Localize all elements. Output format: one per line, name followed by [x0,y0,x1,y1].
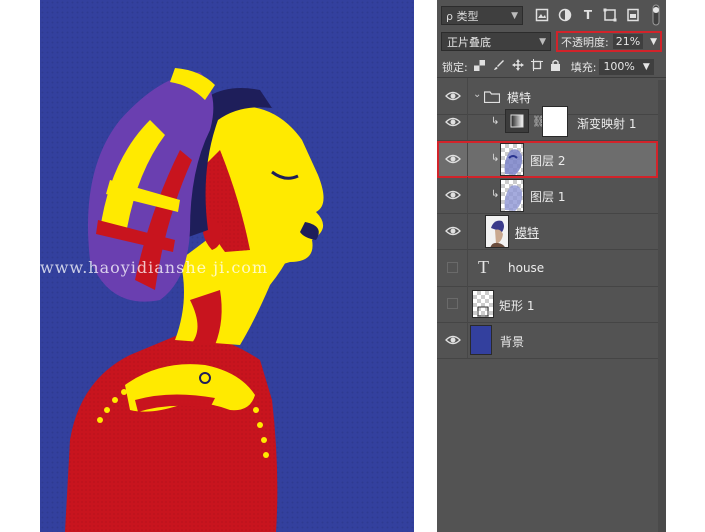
filter-text-icon[interactable]: T [581,8,595,22]
layer-name[interactable]: 渐变映射 1 [577,115,636,132]
filter-image-icon[interactable] [535,8,549,22]
eye-icon[interactable] [445,88,461,104]
chevron-down-icon[interactable]: ▼ [643,59,650,75]
gradient-map-icon [510,114,524,128]
lock-all-icon[interactable] [549,59,563,74]
filter-smart-icon[interactable] [626,8,640,22]
adjustment-thumbnail [505,109,529,133]
eye-icon[interactable] [445,332,461,348]
layer-name[interactable]: 背景 [500,333,524,350]
layer-name[interactable]: 图层 1 [530,188,565,205]
blend-mode-select[interactable]: 正片叠底 ▼ [441,32,551,51]
clip-arrow-icon: ↳ [491,189,500,200]
layer-rectangle-1[interactable]: 矩形 1 [437,286,666,323]
filter-toolbar: ρ 类型 ▼ T [437,0,666,32]
layer-thumbnail [472,290,494,318]
layer-separator [467,213,468,249]
layer-text-house[interactable]: T house [437,250,666,287]
folder-icon [484,91,500,103]
blend-mode-value: 正片叠底 [447,35,491,49]
lock-brush-icon[interactable] [492,59,506,74]
eye-icon[interactable] [445,187,461,203]
lock-artboard-icon[interactable] [530,59,544,74]
opacity-label: 不透明度: [561,35,609,49]
fill-value[interactable]: 100% [603,59,634,75]
lock-transparent-icon[interactable] [473,59,487,74]
layer-thumbnail [485,215,509,248]
eye-icon[interactable] [445,114,461,130]
fill-label: 填充: [570,60,597,74]
layer-separator [467,104,468,140]
watermark-text: www.haoyidianshe ji.com [40,258,269,277]
layer-mask-thumbnail[interactable] [542,106,568,137]
filter-adjust-icon[interactable] [558,8,572,22]
eye-icon[interactable] [445,223,461,239]
opacity-control[interactable]: 不透明度: 21% ▼ [556,31,662,52]
lock-move-icon[interactable] [511,59,525,74]
chevron-down-icon[interactable]: ▼ [650,37,657,47]
blend-opacity-row: 正片叠底 ▼ 不透明度: 21% ▼ [437,30,666,54]
chevron-down-icon[interactable]: ⌄ [473,89,481,100]
layer-separator [467,322,468,358]
layer-thumbnail [500,179,524,212]
layer-name[interactable]: 模特 [515,224,539,241]
visibility-toggle[interactable] [447,298,458,309]
layer-thumbnail [470,325,492,355]
lock-fill-row: 锁定: 填充: 100% ▼ [437,56,666,78]
layer-separator [467,286,468,322]
layers-scrollbar[interactable] [658,80,666,532]
layer-background[interactable]: 背景 [437,322,666,359]
fill-control[interactable]: 100% ▼ [599,58,654,75]
filter-kind-label: ρ 类型 [446,9,479,23]
layer-separator [467,177,468,213]
opacity-value[interactable]: 21% [612,34,644,49]
visibility-toggle[interactable] [447,262,458,273]
layer-separator [467,250,468,286]
layer-1[interactable]: ↳ 图层 1 [437,177,666,214]
layer-gradient-map[interactable]: ↳ ⛓ 渐变映射 1 [437,104,666,141]
lock-label: 锁定: [442,60,468,74]
layer-name[interactable]: house [508,261,544,275]
artwork-canvas: www.haoyidianshe ji.com [40,0,414,532]
filter-kind-select[interactable]: ρ 类型 ▼ [441,6,523,25]
layers-panel: ρ 类型 ▼ T 正片叠底 ▼ 不透明度: 21% ▼ 锁定: 填充: 100%… [437,0,666,532]
chevron-down-icon: ▼ [539,36,546,47]
chevron-down-icon: ▼ [511,10,518,21]
layer-name[interactable]: 矩形 1 [499,297,534,314]
layer-model-smart-object[interactable]: 模特 [437,213,666,250]
selected-layer-highlight [437,141,658,178]
filter-shape-icon[interactable] [603,8,617,22]
text-layer-icon: T [478,257,489,277]
clip-arrow-icon: ↳ [491,116,500,127]
filter-toggle-icon[interactable] [649,4,663,26]
